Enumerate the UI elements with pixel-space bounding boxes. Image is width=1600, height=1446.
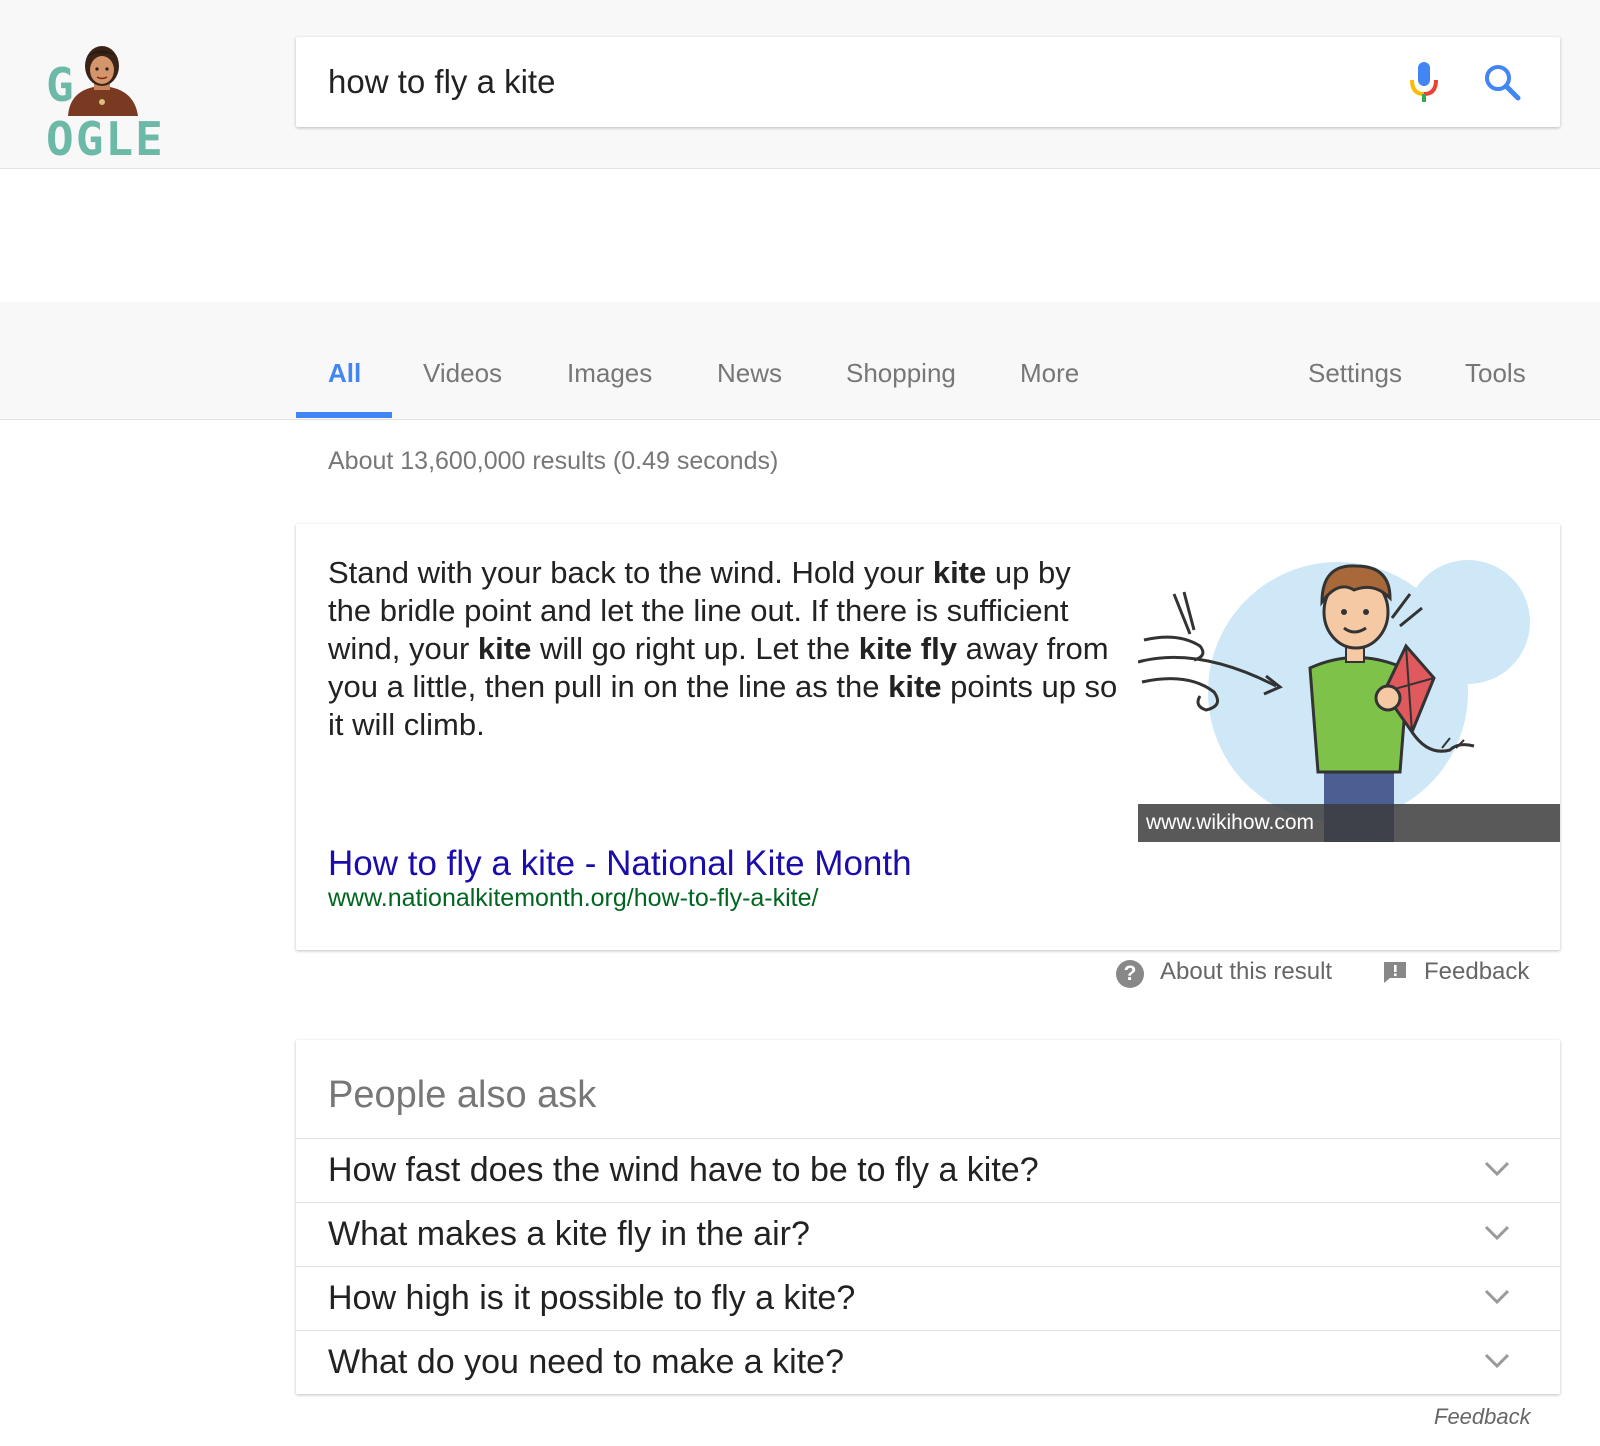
chevron-down-icon[interactable] xyxy=(1484,1289,1510,1305)
tab-videos[interactable]: Videos xyxy=(423,358,502,389)
people-also-ask-card: People also ask How fast does the wind h… xyxy=(296,1040,1560,1394)
featured-snippet-card: Stand with your back to the wind. Hold y… xyxy=(296,524,1560,950)
snippet-segment-bold: kite xyxy=(888,669,942,704)
feedback-icon[interactable] xyxy=(1382,960,1408,984)
paa-question: What makes a kite fly in the air? xyxy=(328,1215,810,1253)
tab-settings[interactable]: Settings xyxy=(1308,358,1402,389)
snippet-text: Stand with your back to the wind. Hold y… xyxy=(328,554,1118,744)
image-source-caption: www.wikihow.com xyxy=(1138,804,1560,842)
search-input[interactable] xyxy=(328,37,1328,127)
result-url: www.nationalkitemonth.org/how-to-fly-a-k… xyxy=(328,884,819,912)
about-this-result-link[interactable]: About this result xyxy=(1160,958,1332,986)
doodle-figure-icon xyxy=(68,46,138,116)
chevron-down-icon[interactable] xyxy=(1484,1225,1510,1241)
tab-images[interactable]: Images xyxy=(567,358,652,389)
kite-flyer-illustration xyxy=(1138,560,1530,842)
search-tabs-bar: All Videos Images News Shopping More Set… xyxy=(0,302,1600,420)
paa-question-row[interactable]: How high is it possible to fly a kite? xyxy=(296,1266,1560,1331)
header: GOGLE xyxy=(0,0,1600,169)
paa-feedback-link[interactable]: Feedback xyxy=(1434,1404,1531,1430)
snippet-segment-bold: kite fly xyxy=(858,631,957,666)
search-icon[interactable] xyxy=(1482,62,1522,102)
snippet-segment: Stand with your back to the wind. Hold y… xyxy=(328,555,933,590)
tab-news[interactable]: News xyxy=(717,358,782,389)
google-doodle-logo[interactable]: GOGLE xyxy=(46,40,246,166)
paa-question: How fast does the wind have to be to fly… xyxy=(328,1151,1039,1189)
help-icon[interactable]: ? xyxy=(1116,960,1144,988)
active-tab-indicator xyxy=(296,412,392,418)
snippet-segment-bold: kite xyxy=(932,555,987,590)
tab-all[interactable]: All xyxy=(328,358,361,389)
paa-question: How high is it possible to fly a kite? xyxy=(328,1279,856,1317)
result-stats: About 13,600,000 results (0.49 seconds) xyxy=(328,447,779,475)
chevron-down-icon[interactable] xyxy=(1484,1353,1510,1369)
feedback-link[interactable]: Feedback xyxy=(1424,958,1529,986)
snippet-segment: will go right up. Let the xyxy=(531,631,859,666)
snippet-segment-bold: kite xyxy=(477,631,532,666)
paa-question-row[interactable]: What do you need to make a kite? xyxy=(296,1330,1560,1395)
chevron-down-icon[interactable] xyxy=(1484,1161,1510,1177)
result-title-link[interactable]: How to fly a kite - National Kite Month xyxy=(328,844,912,884)
snippet-image[interactable]: www.wikihow.com xyxy=(1138,542,1560,842)
paa-question-row[interactable]: What makes a kite fly in the air? xyxy=(296,1202,1560,1267)
people-also-ask-title: People also ask xyxy=(328,1074,597,1116)
paa-question: What do you need to make a kite? xyxy=(328,1343,844,1381)
microphone-icon[interactable] xyxy=(1408,60,1440,104)
paa-question-row[interactable]: How fast does the wind have to be to fly… xyxy=(296,1138,1560,1203)
search-box[interactable] xyxy=(296,37,1560,127)
tab-tools[interactable]: Tools xyxy=(1465,358,1526,389)
tab-more[interactable]: More xyxy=(1020,358,1079,389)
tab-shopping[interactable]: Shopping xyxy=(846,358,956,389)
